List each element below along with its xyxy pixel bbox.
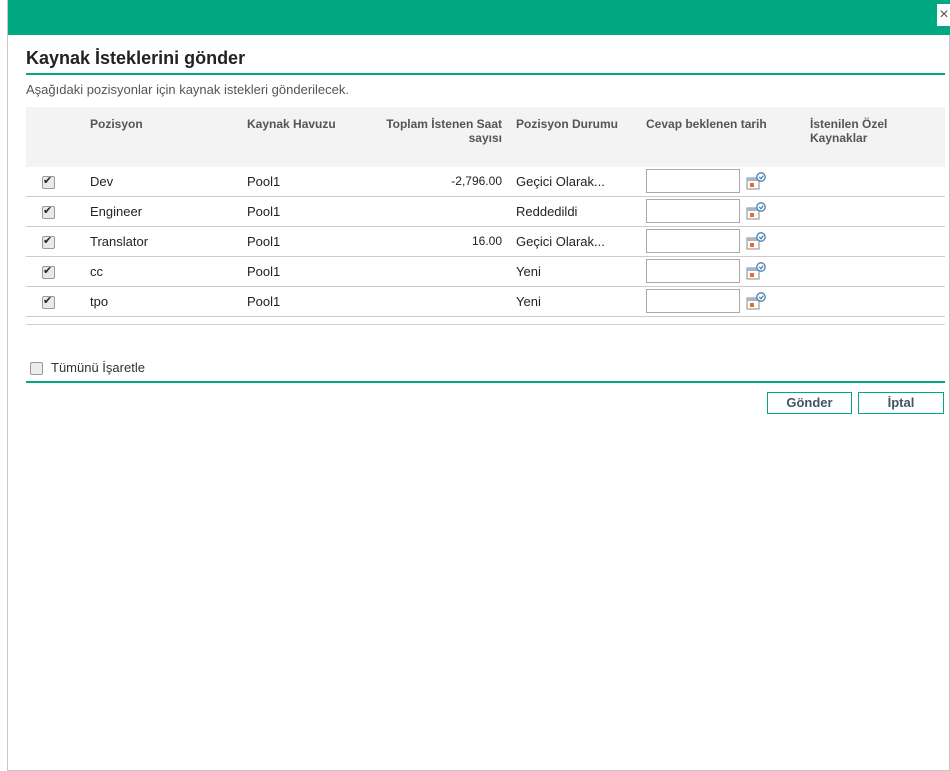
submit-button[interactable]: Gönder <box>767 392 852 414</box>
row-select-cell <box>26 196 86 226</box>
pool-cell: Pool1 <box>247 293 281 309</box>
table-row: tpo Pool1 Yeni <box>26 286 945 316</box>
row-checkbox[interactable] <box>42 294 55 309</box>
row-select-cell <box>26 286 86 316</box>
calendar-icon[interactable] <box>746 232 766 250</box>
named-resources-cell <box>806 167 945 196</box>
calendar-icon[interactable] <box>746 202 766 220</box>
position-cell: Translator <box>90 233 149 249</box>
response-date-input[interactable] <box>646 289 740 313</box>
response-date-cell <box>642 226 806 256</box>
row-select-cell <box>26 226 86 256</box>
header-named-resources[interactable]: İstenilen Özel Kaynaklar <box>806 107 945 167</box>
status-cell: Geçici Olarak... <box>516 233 605 249</box>
table-row: cc Pool1 Yeni <box>26 256 945 286</box>
header-pool[interactable]: Kaynak Havuzu <box>243 107 381 167</box>
table-bottom-border <box>26 324 945 325</box>
hours-cell: 16.00 <box>471 234 502 248</box>
close-icon[interactable]: × <box>937 4 950 26</box>
dialog: × Kaynak İsteklerini gönder Aşağıdaki po… <box>7 0 950 771</box>
response-date-cell <box>642 286 806 316</box>
status-cell: Yeni <box>516 293 541 309</box>
table-header-row: Pozisyon Kaynak Havuzu Toplam İstenen Sa… <box>26 107 945 167</box>
header-position[interactable]: Pozisyon <box>86 107 243 167</box>
hours-cell: -2,796.00 <box>451 174 502 189</box>
table-row: Engineer Pool1 Reddedildi <box>26 196 945 226</box>
check-all[interactable]: Tümünü İşaretle <box>26 360 145 376</box>
response-date-input[interactable] <box>646 229 740 253</box>
pool-cell: Pool1 <box>247 173 281 189</box>
table-row: Dev Pool1 -2,796.00 Geçici Olarak... <box>26 167 945 196</box>
header-status[interactable]: Pozisyon Durumu <box>512 107 642 167</box>
check-all-label: Tümünü İşaretle <box>51 360 145 375</box>
positions-table: Pozisyon Kaynak Havuzu Toplam İstenen Sa… <box>26 107 945 317</box>
check-all-checkbox[interactable] <box>30 362 43 376</box>
dialog-subtitle: Aşağıdaki pozisyonlar için kaynak istekl… <box>26 82 349 97</box>
pool-cell: Pool1 <box>247 203 281 219</box>
status-cell: Geçici Olarak... <box>516 173 605 189</box>
pool-cell: Pool1 <box>247 263 281 279</box>
row-select-cell <box>26 167 86 196</box>
calendar-icon[interactable] <box>746 292 766 310</box>
named-resources-cell <box>806 256 945 286</box>
dialog-title: Kaynak İsteklerini gönder <box>26 48 246 68</box>
row-checkbox[interactable] <box>42 204 55 219</box>
status-cell: Reddedildi <box>516 203 578 219</box>
position-cell: Engineer <box>90 203 143 219</box>
hours-cell <box>381 256 512 286</box>
row-checkbox[interactable] <box>42 174 55 189</box>
named-resources-cell <box>806 196 945 226</box>
row-select-cell <box>26 256 86 286</box>
response-date-input[interactable] <box>646 169 740 194</box>
position-cell: Dev <box>90 173 114 189</box>
header-response-date[interactable]: Cevap beklenen tarih <box>642 107 806 167</box>
status-cell: Yeni <box>516 263 541 279</box>
response-date-cell <box>642 167 806 196</box>
response-date-cell <box>642 256 806 286</box>
cancel-button[interactable]: İptal <box>858 392 944 414</box>
title-divider <box>26 73 945 75</box>
row-checkbox[interactable] <box>42 264 55 279</box>
header-hours[interactable]: Toplam İstenen Saat sayısı <box>381 107 512 167</box>
hours-cell <box>381 286 512 316</box>
response-date-cell <box>642 196 806 226</box>
position-cell: cc <box>90 263 103 279</box>
position-cell: tpo <box>90 293 109 309</box>
response-date-input[interactable] <box>646 199 740 223</box>
response-date-input[interactable] <box>646 259 740 283</box>
calendar-icon[interactable] <box>746 172 766 190</box>
footer-divider <box>26 381 945 383</box>
named-resources-cell <box>806 226 945 256</box>
table-row: Translator Pool1 16.00 Geçici Olarak... <box>26 226 945 256</box>
header-select <box>26 107 86 167</box>
calendar-icon[interactable] <box>746 262 766 280</box>
row-checkbox[interactable] <box>42 234 55 249</box>
hours-cell <box>381 196 512 226</box>
named-resources-cell <box>806 286 945 316</box>
dialog-titlebar: × <box>8 0 950 35</box>
pool-cell: Pool1 <box>247 233 281 249</box>
